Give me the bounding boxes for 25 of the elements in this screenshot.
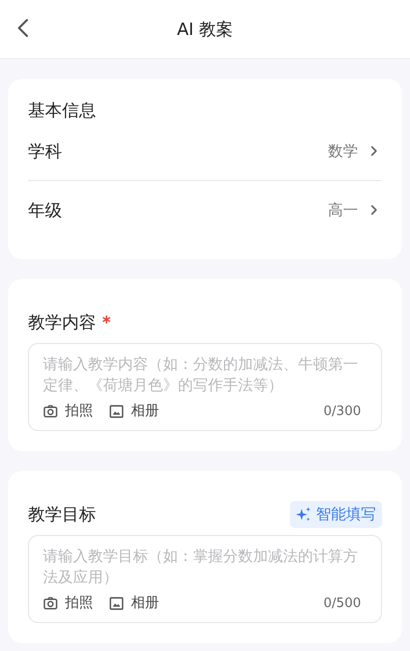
char-counter: 0/500 <box>324 596 361 610</box>
section-title: 教学内容 <box>28 312 96 334</box>
camera-icon <box>43 596 58 610</box>
image-icon <box>109 596 124 610</box>
image-icon <box>109 404 124 418</box>
page-title: AI 教案 <box>176 18 234 40</box>
upload-button[interactable]: 拍照 <box>43 402 93 420</box>
sparkle-icon <box>296 506 311 522</box>
chevron-right-icon <box>370 204 378 216</box>
upload-button[interactable]: 拍照 <box>43 594 93 612</box>
back-icon[interactable] <box>17 18 29 38</box>
picker-row[interactable]: 年级 高一 <box>28 180 382 239</box>
upload-button[interactable]: 相册 <box>109 402 159 420</box>
section-title: 教学目标 <box>28 504 96 526</box>
input-field[interactable]: 请输入教学目标（如：掌握分数加减法的计算方法及应用） <box>43 546 361 592</box>
upload-button[interactable]: 相册 <box>109 594 159 612</box>
picker-row[interactable]: 学科 数学 <box>28 122 382 180</box>
smart-fill-button[interactable]: 智能填写 <box>290 500 382 528</box>
chevron-right-icon <box>370 145 378 157</box>
camera-icon <box>43 404 58 418</box>
input-box[interactable]: 请输入教学目标（如：掌握分数加减法的计算方法及应用） 拍照 相册 0/500 <box>28 535 382 623</box>
section-title: 基本信息 <box>28 100 97 122</box>
input-field[interactable]: 请输入教学内容（如：分数的加减法、牛顿第一定律、《荷塘月色》的写作手法等） <box>43 354 361 400</box>
char-counter: 0/300 <box>324 404 361 418</box>
input-box[interactable]: 请输入教学内容（如：分数的加减法、牛顿第一定律、《荷塘月色》的写作手法等） 拍照 相册 0/300 <box>28 343 382 431</box>
